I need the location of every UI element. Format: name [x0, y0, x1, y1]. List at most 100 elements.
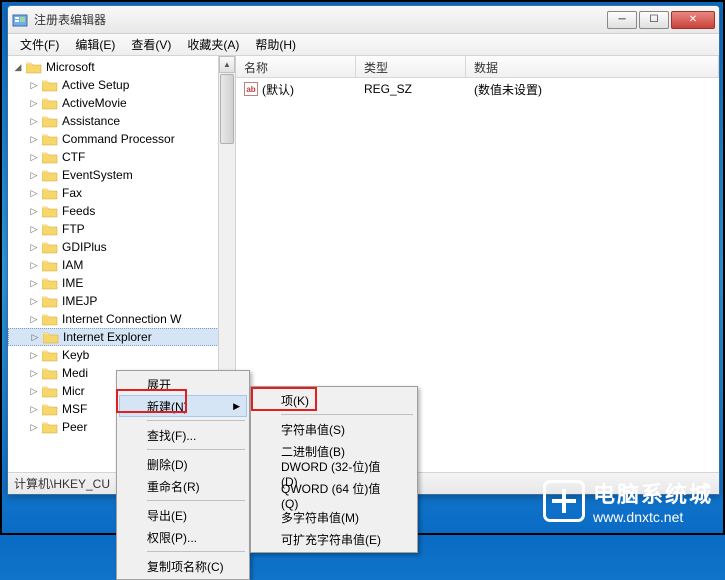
- menu-item[interactable]: 可扩充字符串值(E): [253, 528, 415, 550]
- tree-label: IME: [62, 276, 83, 290]
- tree-label: Internet Explorer: [63, 330, 152, 344]
- menu-separator: [281, 414, 413, 415]
- watermark-text: 电脑系统城: [593, 477, 713, 509]
- folder-icon: [42, 259, 58, 272]
- scroll-up-button[interactable]: ▲: [219, 56, 235, 73]
- tree-label: GDIPlus: [62, 240, 107, 254]
- menu-item[interactable]: 导出(E): [119, 504, 247, 526]
- folder-icon: [42, 295, 58, 308]
- expand-icon[interactable]: ▷: [28, 403, 40, 415]
- tree-label: Micr: [62, 384, 85, 398]
- expand-icon[interactable]: ▷: [28, 187, 40, 199]
- expand-icon[interactable]: ▷: [28, 277, 40, 289]
- col-name[interactable]: 名称: [236, 56, 356, 77]
- folder-icon: [42, 187, 58, 200]
- expand-icon[interactable]: ▷: [29, 331, 41, 343]
- tree-item[interactable]: ▷CTF: [8, 148, 235, 166]
- menu-edit[interactable]: 编辑(E): [67, 34, 123, 55]
- menu-item[interactable]: 多字符串值(M): [253, 506, 415, 528]
- expand-icon[interactable]: ▷: [28, 205, 40, 217]
- tree-label: Peer: [62, 420, 87, 434]
- tree-item[interactable]: ▷ Feeds: [8, 202, 235, 220]
- tree-item[interactable]: ▷ Active Setup: [8, 76, 235, 94]
- tree-label: Keyb: [62, 348, 89, 362]
- folder-icon: [26, 61, 42, 74]
- menu-favorites[interactable]: 收藏夹(A): [179, 34, 247, 55]
- expand-icon[interactable]: ▷: [28, 115, 40, 127]
- menu-file[interactable]: 文件(F): [12, 34, 67, 55]
- expand-icon[interactable]: ▷: [28, 223, 40, 235]
- menu-item[interactable]: 展开: [119, 373, 247, 395]
- folder-icon: [42, 133, 58, 146]
- folder-icon: [42, 385, 58, 398]
- menu-item[interactable]: 新建(N)▶: [119, 395, 247, 417]
- string-value-icon: ab: [244, 82, 258, 96]
- expand-icon[interactable]: ▷: [28, 259, 40, 271]
- expand-icon[interactable]: ▷: [28, 295, 40, 307]
- tree-item[interactable]: ▷Fax: [8, 184, 235, 202]
- menu-item[interactable]: 权限(P)...: [119, 526, 247, 548]
- menu-separator: [147, 500, 245, 501]
- expand-icon[interactable]: ▷: [28, 367, 40, 379]
- folder-icon: [42, 241, 58, 254]
- folder-icon: [43, 331, 59, 344]
- maximize-button[interactable]: ☐: [639, 11, 669, 29]
- tree-item[interactable]: ▷Assistance: [8, 112, 235, 130]
- expand-icon[interactable]: ▷: [28, 97, 40, 109]
- tree-item[interactable]: ▷ IME: [8, 274, 235, 292]
- titlebar[interactable]: 注册表编辑器 ─ ☐ ✕: [8, 6, 719, 34]
- collapse-icon[interactable]: ◢: [12, 61, 24, 73]
- menu-item[interactable]: 重命名(R): [119, 475, 247, 497]
- tree-item-root[interactable]: ◢Microsoft: [8, 58, 235, 76]
- tree-item[interactable]: ▷ EventSystem: [8, 166, 235, 184]
- tree-label: IMEJP: [62, 294, 97, 308]
- folder-icon: [42, 115, 58, 128]
- menu-item[interactable]: 复制项名称(C): [119, 555, 247, 577]
- menu-item[interactable]: 字符串值(S): [253, 418, 415, 440]
- tree-item[interactable]: ▷IAM: [8, 256, 235, 274]
- tree-label: Medi: [62, 366, 88, 380]
- menu-view[interactable]: 查看(V): [123, 34, 179, 55]
- col-type[interactable]: 类型: [356, 56, 466, 77]
- expand-icon[interactable]: ▷: [28, 151, 40, 163]
- menu-item[interactable]: 查找(F)...: [119, 424, 247, 446]
- menu-help[interactable]: 帮助(H): [247, 34, 304, 55]
- tree-item[interactable]: ▷ Internet Explorer: [8, 328, 235, 346]
- list-body[interactable]: ab (默认) REG_SZ (数值未设置): [236, 78, 719, 100]
- scroll-thumb[interactable]: [220, 74, 234, 144]
- menu-item[interactable]: 删除(D): [119, 453, 247, 475]
- list-row[interactable]: ab (默认) REG_SZ (数值未设置): [236, 80, 719, 98]
- close-button[interactable]: ✕: [671, 11, 715, 29]
- col-data[interactable]: 数据: [466, 56, 719, 77]
- folder-icon: [42, 79, 58, 92]
- tree-item[interactable]: ▷FTP: [8, 220, 235, 238]
- expand-icon[interactable]: ▷: [28, 385, 40, 397]
- expand-icon[interactable]: ▷: [28, 169, 40, 181]
- expand-icon[interactable]: ▷: [28, 313, 40, 325]
- tree-label: Active Setup: [62, 78, 129, 92]
- watermark-url: www.dnxtc.net: [593, 509, 713, 525]
- tree-label: Feeds: [62, 204, 95, 218]
- tree-item[interactable]: ▷ Keyb: [8, 346, 235, 364]
- minimize-button[interactable]: ─: [607, 11, 637, 29]
- tree-item[interactable]: ▷ActiveMovie: [8, 94, 235, 112]
- expand-icon[interactable]: ▷: [28, 241, 40, 253]
- submenu-arrow-icon: ▶: [233, 401, 240, 412]
- menu-item[interactable]: 项(K): [253, 389, 415, 411]
- tree-label: EventSystem: [62, 168, 133, 182]
- tree-item[interactable]: ▷ IMEJP: [8, 292, 235, 310]
- folder-icon: [42, 403, 58, 416]
- expand-icon[interactable]: ▷: [28, 349, 40, 361]
- expand-icon[interactable]: ▷: [28, 79, 40, 91]
- value-name: (默认): [262, 81, 294, 98]
- tree-item[interactable]: ▷Internet Connection W: [8, 310, 235, 328]
- menu-item[interactable]: QWORD (64 位)值(Q): [253, 484, 415, 506]
- expand-icon[interactable]: ▷: [28, 421, 40, 433]
- tree-item[interactable]: ▷Command Processor: [8, 130, 235, 148]
- folder-icon: [42, 205, 58, 218]
- folder-icon: [42, 97, 58, 110]
- expand-icon[interactable]: ▷: [28, 133, 40, 145]
- submenu-new[interactable]: 项(K)字符串值(S)二进制值(B)DWORD (32-位)值(D)QWORD …: [250, 386, 418, 553]
- context-menu[interactable]: 展开新建(N)▶ 查找(F)... 删除(D)重命名(R) 导出(E)权限(P)...…: [116, 370, 250, 580]
- tree-item[interactable]: ▷ GDIPlus: [8, 238, 235, 256]
